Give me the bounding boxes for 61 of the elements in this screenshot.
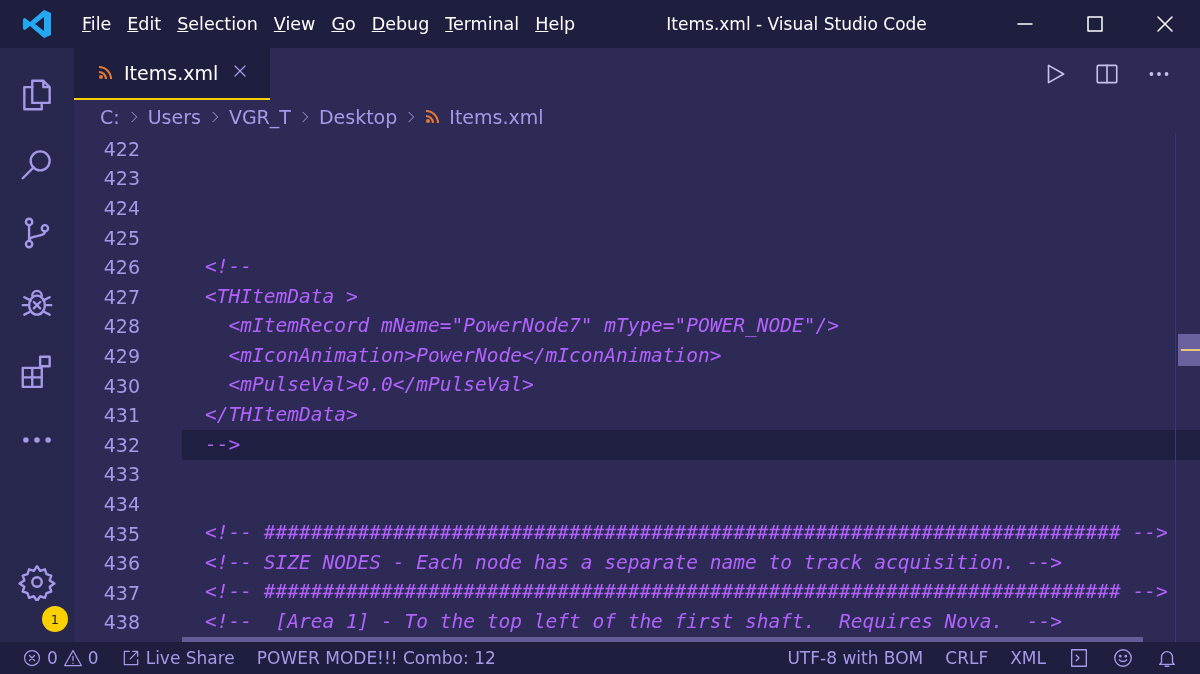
- app-logo-icon[interactable]: [21, 8, 53, 40]
- xml-file-icon: [425, 110, 440, 124]
- line-number: 424: [102, 197, 140, 219]
- line-number: 425: [102, 226, 140, 249]
- line-number: 427: [102, 285, 140, 308]
- breadcrumb-item[interactable]: VGR_T: [228, 106, 291, 128]
- error-icon[interactable]: [22, 648, 42, 668]
- line-number: 437: [102, 581, 140, 604]
- menu-item[interactable]: Go: [323, 14, 364, 34]
- line-number: 423: [102, 167, 140, 190]
- code-line: <!-- SIZE NODES - Each node has a separate name to track acquisition. -->: [205, 552, 1063, 574]
- line-number: 435: [102, 522, 140, 545]
- menu-item[interactable]: File: [74, 14, 120, 34]
- breadcrumb-item[interactable]: Users: [147, 106, 201, 128]
- encoding-indicator[interactable]: UTF-8 with BOM: [787, 648, 924, 668]
- breadcrumb-item[interactable]: Items.xml: [449, 106, 544, 128]
- warning-icon[interactable]: [62, 648, 83, 668]
- warning-count[interactable]: 0: [87, 648, 99, 668]
- line-number: 426: [102, 256, 140, 279]
- code-line: <THItemData >: [205, 286, 358, 307]
- language-indicator[interactable]: XML: [1010, 648, 1046, 668]
- menu-item[interactable]: Debug: [363, 14, 438, 34]
- line-ending-indicator[interactable]: CRLF: [945, 648, 989, 668]
- live-share-button[interactable]: Live Share: [145, 648, 235, 668]
- line-number: 431: [102, 404, 140, 427]
- line-number: 430: [102, 374, 140, 397]
- status-text: POWER MODE!!! Combo: 12: [256, 648, 496, 668]
- line-number: 436: [102, 552, 140, 575]
- menu-item[interactable]: Edit: [119, 14, 170, 34]
- code-line: <mIconAnimation>PowerNode</mIconAnimation>: [227, 345, 722, 367]
- menu-item[interactable]: View: [265, 14, 324, 34]
- horizontal-scrollbar[interactable]: [182, 637, 1143, 642]
- breadcrumb-item[interactable]: C:: [100, 106, 120, 128]
- line-number: 438: [102, 611, 140, 634]
- xml-file-icon: [98, 66, 112, 80]
- line-number: 429: [102, 344, 140, 367]
- code-line: <!--: [205, 256, 252, 278]
- code-line: </THItemData>: [205, 404, 358, 426]
- editor-tab[interactable]: Items.xml: [74, 48, 271, 100]
- error-count[interactable]: 0: [47, 648, 58, 668]
- line-number: 432: [102, 433, 140, 456]
- settings-icon[interactable]: [18, 563, 56, 601]
- window-title: Items.xml - Visual Studio Code: [666, 14, 927, 34]
- terminal-icon[interactable]: [1068, 647, 1090, 669]
- line-number: 422: [102, 137, 140, 160]
- line-number: 434: [102, 492, 140, 515]
- code-line: <!-- [Area 1] - To the top left of the first shaft. Requires Nova. -->: [205, 612, 1063, 633]
- menu-item[interactable]: Terminal: [437, 14, 528, 34]
- code-line: <mItemRecord mName="PowerNode7" mType="POWER_NODE"/>: [227, 316, 839, 337]
- code-line: -->: [205, 434, 241, 455]
- code-line: <!-- ######################################################################### -->: [205, 582, 1168, 603]
- scrollbar-thumb[interactable]: [1178, 334, 1200, 366]
- menu-item[interactable]: Help: [527, 14, 584, 34]
- code-line: <mPulseVal>0.0</mPulseVal>: [227, 375, 534, 396]
- smiley-icon[interactable]: [1112, 647, 1134, 669]
- line-number: 428: [102, 315, 140, 338]
- code-line: <!-- ######################################################################### -->: [205, 523, 1168, 544]
- line-number: 433: [102, 463, 140, 486]
- notification-badge: 1: [42, 606, 68, 632]
- menu-item[interactable]: Selection: [169, 14, 266, 34]
- breadcrumb-item[interactable]: Desktop: [318, 106, 398, 128]
